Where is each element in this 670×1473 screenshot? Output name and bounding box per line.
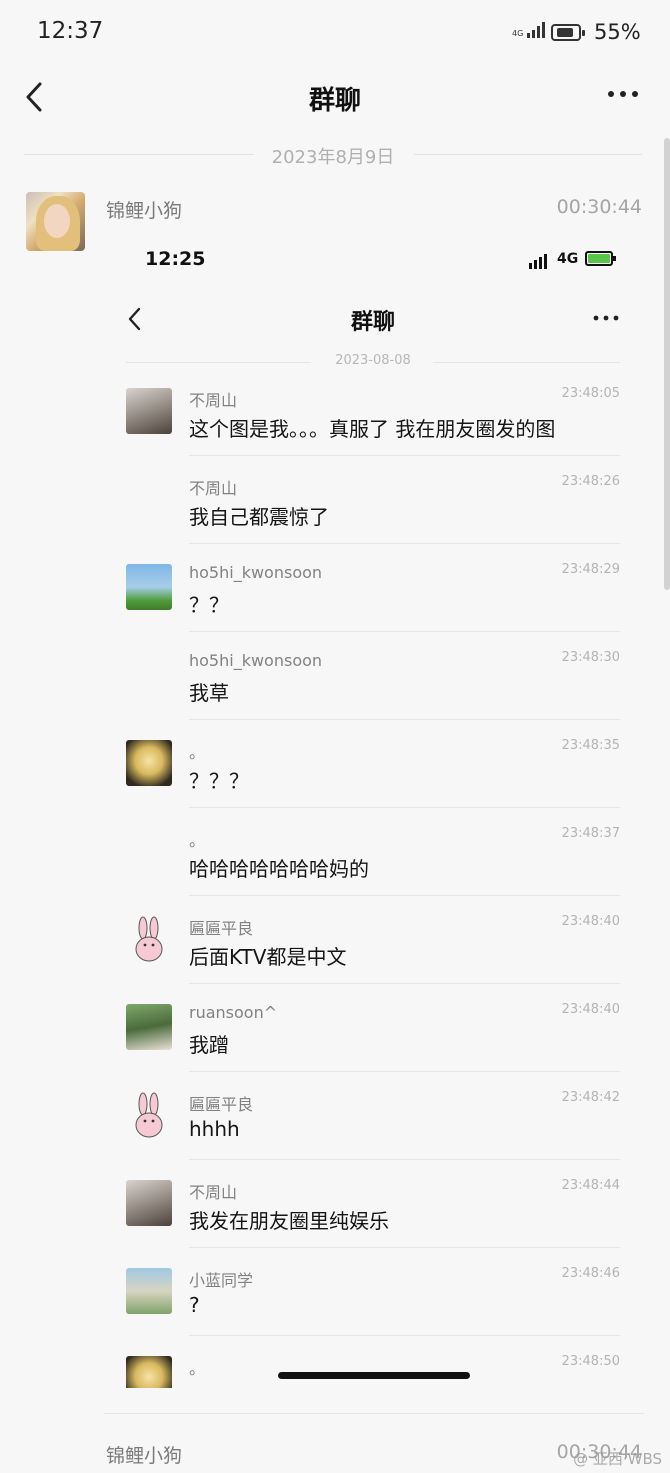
message-text: ? [189, 1293, 200, 1317]
member-name: 不周山 [189, 479, 238, 498]
embedded-signal-icon [529, 254, 547, 269]
nav-bar: 群聊 [0, 68, 670, 128]
member-name: 不周山 [189, 391, 238, 410]
chat-message-row: 小蓝同学 23:48:46 ? [108, 1248, 644, 1336]
sender-name: 锦鲤小狗 [106, 1445, 183, 1467]
chat-message-row: 匾匾平良 23:48:40 后面KTV都是中文 [108, 896, 644, 984]
chat-message-row: 不周山 23:48:44 我发在朋友圈里纯娱乐 [108, 1160, 644, 1248]
member-name: 。 [189, 743, 206, 762]
message-text: 哈哈哈哈哈哈哈妈的 [189, 857, 369, 881]
chat-message-row: ho5hi_kwonsoon 23:48:30 我草 [108, 632, 644, 720]
message-time: 23:48:26 [561, 474, 620, 489]
date-separator: 2023年8月9日 [24, 140, 642, 168]
message-text: 我自己都震惊了 [189, 505, 329, 529]
battery-icon [551, 24, 585, 41]
member-name: ho5hi_kwonsoon [189, 651, 323, 670]
message-text: ？？ [189, 593, 229, 617]
member-name: 。 [189, 831, 206, 850]
member-avatar [126, 1268, 172, 1314]
embedded-screenshot-image[interactable]: 12:25 4G 群聊 2023-08-08 不周山 23:48:05 这个图是… [108, 234, 644, 1388]
message-divider [104, 1413, 644, 1414]
message-time: 23:48:44 [561, 1178, 620, 1193]
embedded-date-text: 2023-08-08 [335, 353, 411, 368]
member-avatar [126, 1004, 172, 1050]
message-time: 23:48:30 [561, 650, 620, 665]
status-time: 12:37 [37, 18, 104, 44]
date-text: 2023年8月9日 [271, 147, 395, 168]
member-name: ho5hi_kwonsoon [189, 563, 323, 582]
member-avatar [126, 1356, 172, 1388]
message-text: 我草 [189, 681, 229, 705]
message-time: 23:48:50 [561, 1354, 620, 1369]
signal-icon: 4G [512, 22, 546, 38]
member-name: 匾匾平良 [189, 1095, 254, 1114]
member-avatar [126, 564, 172, 610]
member-avatar [126, 740, 172, 786]
message-text: 我蹭 [189, 1033, 229, 1057]
page-title: 群聊 [308, 86, 361, 116]
more-options-icon[interactable] [606, 88, 640, 100]
member-name: 小蓝同学 [189, 1271, 254, 1290]
embedded-title: 群聊 [350, 310, 395, 335]
embedded-network-label: 4G [557, 251, 579, 267]
member-name: 。 [189, 1359, 206, 1378]
chat-message-row: 不周山 23:48:26 我自己都震惊了 [108, 456, 644, 544]
message-text: 我发在朋友圈里纯娱乐 [189, 1209, 389, 1233]
member-avatar [126, 388, 172, 434]
embedded-battery-icon [585, 251, 616, 266]
network-label: 4G [512, 29, 524, 38]
message-time: 23:48:46 [561, 1266, 620, 1281]
chat-message-row: ruansoon^ 23:48:40 我蹭 [108, 984, 644, 1072]
message-time: 23:48:29 [561, 562, 620, 577]
message-text: 后面KTV都是中文 [189, 945, 347, 969]
chat-message-row: 。 23:48:37 哈哈哈哈哈哈哈妈的 [108, 808, 644, 896]
member-avatar [126, 1180, 172, 1226]
message-text: hhhh [189, 1117, 240, 1141]
embedded-status-time: 12:25 [145, 248, 206, 270]
message-time: 23:48:40 [561, 914, 620, 929]
message-text: ？？？ [189, 769, 249, 793]
sender-name: 锦鲤小狗 [106, 200, 183, 222]
member-name: 匾匾平良 [189, 919, 254, 938]
watermark: @ 亚西·WBS [573, 1450, 662, 1468]
message-time: 23:48:37 [561, 826, 620, 841]
member-name: 不周山 [189, 1183, 238, 1202]
member-name: ruansoon^ [189, 1003, 278, 1022]
chat-message-row: ho5hi_kwonsoon 23:48:29 ？？ [108, 544, 644, 632]
sender-avatar[interactable] [26, 192, 85, 251]
battery-percent: 55% [594, 20, 641, 44]
chat-message-row: 匾匾平良 23:48:42 hhhh [108, 1072, 644, 1160]
message-time: 00:30:44 [556, 196, 642, 218]
message-time: 23:48:42 [561, 1090, 620, 1105]
home-indicator [278, 1372, 470, 1379]
status-bar: 12:37 4G 55% [0, 0, 670, 68]
message-time: 23:48:35 [561, 738, 620, 753]
chat-message-row: 。 23:48:50 [108, 1336, 644, 1388]
message-time: 23:48:40 [561, 1002, 620, 1017]
message-text: 这个图是我。。。真服了 我在朋友圈发的图 [189, 417, 556, 441]
scrollbar[interactable] [664, 138, 670, 590]
message-time: 23:48:05 [561, 386, 620, 401]
chat-message-row: 。 23:48:35 ？？？ [108, 720, 644, 808]
embedded-more-icon [593, 315, 619, 321]
chat-message-row: 不周山 23:48:05 这个图是我。。。真服了 我在朋友圈发的图 [108, 368, 644, 456]
rabbit-icon [126, 1092, 172, 1138]
rabbit-icon [126, 916, 172, 962]
